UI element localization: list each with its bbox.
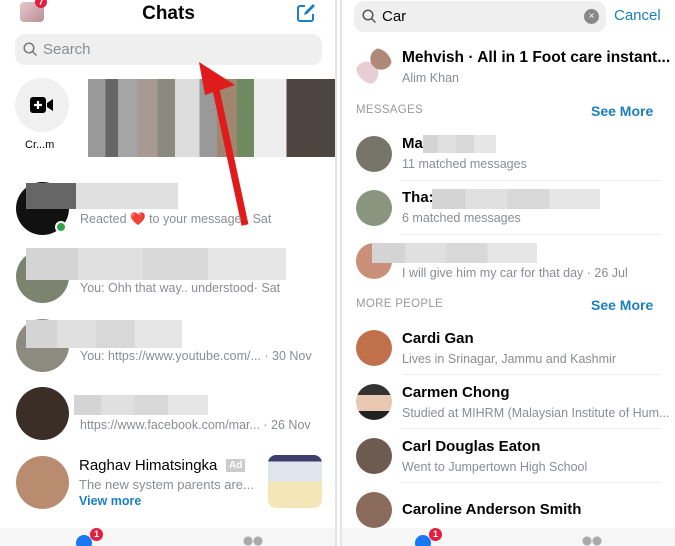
name-blurred	[432, 189, 600, 209]
messages-see-more[interactable]: See More	[591, 103, 653, 119]
chats-panel: 7 Chats Search Cr...m Reacted ❤️ to your…	[0, 0, 337, 546]
clear-search-icon[interactable]: ×	[584, 9, 599, 24]
chat-avatar	[16, 387, 69, 440]
create-room-label: Cr...m	[25, 139, 55, 151]
compose-icon[interactable]	[296, 3, 316, 23]
name-blurred	[423, 135, 496, 153]
chat-message: Reacted ❤️ to your message · Sat	[80, 212, 272, 226]
chat-name-blurred	[74, 395, 208, 415]
online-indicator	[55, 221, 67, 233]
chat-name-blurred	[26, 320, 182, 348]
cancel-button[interactable]: Cancel	[614, 7, 661, 24]
search-input[interactable]: Car ×	[354, 1, 606, 32]
group-avatar	[356, 48, 392, 84]
divider	[402, 180, 661, 181]
divider	[402, 428, 661, 429]
result-avatar	[356, 190, 392, 226]
person-sub: Studied at MIHRM (Malaysian Institute of…	[402, 406, 670, 420]
top-result-sub: Alim Khan	[402, 71, 459, 85]
ad-badge: Ad	[226, 459, 246, 472]
search-panel: Car × Cancel Mehvish · All in 1 Foot car…	[340, 0, 675, 546]
person-name: Carmen Chong	[402, 384, 510, 401]
result-name: Tha:	[402, 189, 434, 206]
chat-message: https://www.facebook.com/mar... · 26 Nov	[80, 418, 311, 432]
view-more-link[interactable]: View more	[79, 494, 141, 508]
page-title: Chats	[142, 3, 195, 24]
red-arrow-annotation	[199, 62, 249, 226]
top-result-name: Mehvish · All in 1 Foot care instant...	[402, 49, 671, 66]
person-name: Caroline Anderson Smith	[402, 501, 582, 518]
search-input[interactable]: Search	[15, 34, 322, 65]
result-sub: 11 matched messages	[402, 157, 527, 171]
chats-tab-badge: 1	[429, 528, 442, 541]
result-sub: I will give him my car for that day · 26…	[402, 266, 628, 280]
people-see-more[interactable]: See More	[591, 297, 653, 313]
result-avatar	[356, 136, 392, 172]
person-avatar	[356, 384, 392, 420]
create-room-button[interactable]	[15, 78, 69, 132]
person-sub: Lives in Srinagar, Jammu and Kashmir	[402, 352, 616, 366]
search-icon	[23, 42, 38, 57]
tab-bar: 1	[0, 528, 335, 546]
search-value: Car	[382, 8, 407, 25]
person-avatar	[356, 438, 392, 474]
person-avatar	[356, 330, 392, 366]
divider	[402, 234, 661, 235]
result-sub: 6 matched messages	[402, 211, 521, 225]
ad-thumbnail	[268, 455, 322, 508]
chats-tab-badge: 1	[90, 528, 103, 541]
ad-avatar	[16, 456, 69, 509]
people-tab-icon[interactable]	[243, 536, 263, 546]
chat-name-blurred	[26, 248, 286, 280]
chat-name-blurred	[26, 183, 178, 209]
chat-message: You: Ohh that way.. understood· Sat	[80, 281, 281, 295]
divider	[402, 374, 661, 375]
ad-name: Raghav Himatsingka	[79, 457, 218, 474]
name-blurred	[372, 243, 537, 263]
search-placeholder: Search	[43, 41, 91, 58]
search-icon	[362, 9, 377, 24]
tab-bar: 1	[342, 528, 675, 546]
result-name: Ma	[402, 135, 423, 152]
person-avatar	[356, 492, 392, 528]
person-sub: Went to Jumpertown High School	[402, 460, 588, 474]
person-name: Carl Douglas Eaton	[402, 438, 541, 455]
person-name: Cardi Gan	[402, 330, 474, 347]
divider	[402, 482, 661, 483]
messages-header: MESSAGES	[356, 104, 423, 116]
video-plus-icon	[30, 97, 53, 113]
ad-message: The new system parents are...	[79, 477, 254, 492]
chat-message: You: https://www.youtube.com/... · 30 No…	[80, 349, 312, 363]
people-tab-icon[interactable]	[582, 536, 602, 546]
more-people-header: MORE PEOPLE	[356, 298, 444, 310]
